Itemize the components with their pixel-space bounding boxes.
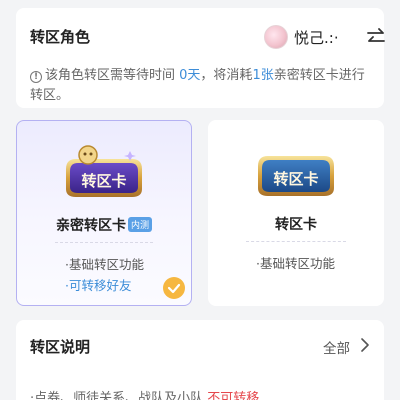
feature-item: ·可转移好友	[65, 278, 132, 293]
intimate-transfer-card-option[interactable]: 转区卡 亲密转区卡 内测 ·基础转区功能 ·可转移好友	[16, 120, 192, 306]
transfer-character-card: 转区角色 悦己.:· ! 该角色转区需等待时间 0天，将消耗1张亲密转区卡进行转区…	[16, 8, 386, 108]
avatar[interactable]	[264, 25, 288, 49]
selected-check-icon	[163, 277, 185, 299]
transfer-notice: ! 该角色转区需等待时间 0天，将消耗1张亲密转区卡进行转区。	[30, 66, 376, 106]
info-icon: !	[30, 71, 42, 83]
feature-item: ·基础转区功能	[256, 256, 335, 271]
swap-icon[interactable]	[366, 28, 386, 46]
chevron-right-icon[interactable]	[360, 338, 370, 352]
notice-text: ，将消耗	[200, 68, 253, 83]
card-count: 1张	[252, 68, 274, 83]
divider	[246, 241, 346, 242]
intimate-transfer-card-icon: 转区卡	[66, 145, 142, 197]
feature-item: ·基础转区功能	[65, 257, 144, 272]
view-all-link[interactable]: 全部	[323, 337, 350, 357]
transfer-card-name: 转区卡	[275, 217, 317, 233]
rule-warning: 不可转移	[207, 391, 260, 400]
rule-prefix: ·点券、师徒关系、战队及小队	[30, 391, 208, 400]
page-title: 转区角色	[30, 28, 91, 46]
notice-text: 该角色转区需等待时间	[45, 68, 180, 83]
transfer-explanation-card: 转区说明 全部 ·点券、师徒关系、战队及小队 不可转移	[16, 320, 384, 400]
badge-text: 转区卡	[273, 170, 318, 188]
wait-days: 0天	[179, 68, 201, 83]
transfer-card-icon: 转区卡	[258, 156, 334, 196]
divider	[55, 242, 153, 243]
section-title: 转区说明	[30, 338, 91, 356]
badge-text: 转区卡	[81, 172, 126, 190]
beta-tag: 内测	[127, 217, 152, 232]
rule-text: ·点券、师徒关系、战队及小队 不可转移	[30, 387, 259, 400]
card-name-text: 亲密转区卡	[55, 218, 126, 234]
intimate-card-name: 亲密转区卡 内测	[17, 215, 191, 235]
transfer-card-option[interactable]: 转区卡 转区卡 ·基础转区功能	[208, 120, 384, 306]
username: 悦己.:·	[294, 29, 339, 47]
